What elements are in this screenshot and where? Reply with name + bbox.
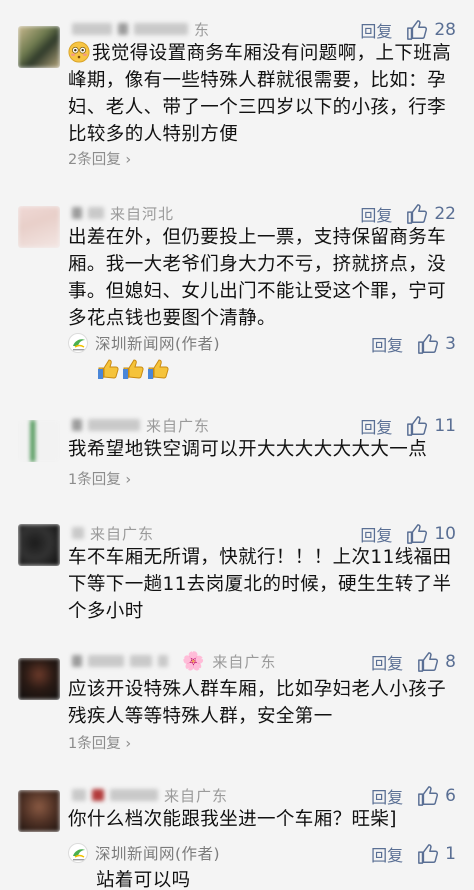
like-count: 11	[434, 416, 456, 436]
comment-body: 我觉得设置商务车厢没有问题啊，上下班高峰期，像有一些特殊人群就很需要，比如：孕妇…	[68, 43, 452, 145]
like-count: 8	[445, 652, 456, 672]
thumbs-up-icon	[123, 359, 144, 379]
comment-text: 车不车厢无所谓，快就行！！！上次11线福田下等下一趟11去岗厦北的时候，硬生生转…	[68, 547, 452, 622]
comment-location: 来自河北	[110, 204, 175, 223]
comment-location: 来自广东	[90, 524, 155, 543]
reply-button[interactable]: 回复	[371, 784, 403, 808]
author-reply-text: 站着可以吗	[96, 870, 191, 890]
author-reply-header: 深圳新闻网(作者)	[68, 840, 220, 866]
comment-location: 来自广东	[212, 652, 277, 671]
like-button[interactable]: 3	[417, 333, 456, 355]
thumbs-up-icon	[148, 359, 169, 379]
comment-text: 我觉得设置商务车厢没有问题啊，上下班高峰期，像有一些特殊人群就很需要，比如：孕妇…	[68, 40, 456, 148]
avatar[interactable]	[18, 420, 60, 462]
commenter-name[interactable]: 来自广东	[72, 520, 154, 546]
like-button[interactable]: 11	[406, 415, 456, 437]
like-count: 6	[445, 786, 456, 806]
like-button[interactable]: 1	[417, 843, 456, 865]
more-replies-label: 1条回复	[68, 736, 121, 752]
author-reply-header: 深圳新闻网(作者)	[68, 330, 220, 356]
comment-text: 你什么档次能跟我坐进一个车厢？旺柴]	[68, 809, 397, 830]
reply-button[interactable]: 回复	[360, 414, 392, 438]
flower-icon: 🌸	[182, 650, 205, 672]
avatar[interactable]	[18, 790, 60, 832]
reply-button[interactable]: 回复	[360, 202, 392, 226]
comment-location: 来自广东	[146, 416, 211, 435]
like-button[interactable]: 22	[406, 203, 456, 225]
author-reply-text	[96, 357, 171, 381]
commenter-name[interactable]: 来自广东	[72, 782, 228, 808]
like-button[interactable]: 6	[417, 785, 456, 807]
flushed-face-icon	[68, 41, 90, 63]
chevron-right-icon: ›	[120, 736, 132, 752]
reply-button[interactable]: 回复	[360, 522, 392, 546]
like-count: 28	[434, 20, 456, 40]
avatar[interactable]	[18, 524, 60, 566]
thumbs-up-icon	[407, 416, 428, 436]
more-replies-link[interactable]: 2条回复 ›	[68, 148, 131, 169]
thumbs-up-icon	[98, 359, 119, 379]
comment-text: 我希望地铁空调可以开大大大大大大大一点	[68, 439, 428, 460]
like-count: 3	[445, 334, 456, 354]
more-replies-label: 2条回复	[68, 152, 121, 168]
avatar[interactable]	[18, 658, 60, 700]
thumbs-up-icon	[418, 334, 439, 354]
commenter-name[interactable]: 东	[72, 16, 210, 42]
like-button[interactable]: 8	[417, 651, 456, 673]
chevron-right-icon: ›	[120, 152, 132, 168]
avatar[interactable]	[18, 26, 60, 68]
more-replies-label: 1条回复	[68, 472, 121, 488]
comment-actions: 回复 8	[371, 648, 456, 676]
comment-text: 应该开设特殊人群车厢，比如孕妇老人小孩子残疾人等等特殊人群，安全第一	[68, 679, 447, 727]
like-count: 1	[445, 844, 456, 864]
thumbs-up-icon	[418, 844, 439, 864]
more-replies-link[interactable]: 1条回复 ›	[68, 468, 131, 489]
author-name: 深圳新闻网(作者)	[95, 845, 221, 863]
author-name: 深圳新闻网(作者)	[95, 335, 221, 353]
reply-button[interactable]: 回复	[371, 332, 403, 356]
commenter-name[interactable]: 来自广东	[72, 412, 210, 438]
more-replies-link[interactable]: 1条回复 ›	[68, 732, 131, 753]
thumbs-up-icon	[407, 204, 428, 224]
author-reply-actions: 回复 3	[371, 330, 456, 358]
news-site-logo	[68, 843, 88, 863]
thumbs-up-icon	[418, 652, 439, 672]
avatar[interactable]	[18, 206, 60, 248]
comment-location: 东	[194, 20, 211, 39]
commenter-name[interactable]: 来自河北	[72, 200, 174, 226]
like-count: 22	[434, 204, 456, 224]
like-count: 10	[434, 524, 456, 544]
thumbs-up-icon	[407, 20, 428, 40]
author-reply-actions: 回复 1	[371, 840, 456, 868]
news-site-logo	[68, 333, 88, 353]
chevron-right-icon: ›	[120, 472, 132, 488]
comment-location: 来自广东	[164, 786, 229, 805]
reply-button[interactable]: 回复	[371, 842, 403, 866]
thumbs-up-icon	[418, 786, 439, 806]
like-button[interactable]: 10	[406, 523, 456, 545]
commenter-name[interactable]: 🌸 来自广东	[72, 648, 276, 674]
thumbs-up-icon	[407, 524, 428, 544]
reply-button[interactable]: 回复	[371, 650, 403, 674]
reply-button[interactable]: 回复	[360, 18, 392, 42]
like-button[interactable]: 28	[406, 19, 456, 41]
comment-text: 出差在外，但仍要投上一票，支持保留商务车厢。我一大老爷们身大力不亏，挤就挤点，没…	[68, 227, 447, 329]
